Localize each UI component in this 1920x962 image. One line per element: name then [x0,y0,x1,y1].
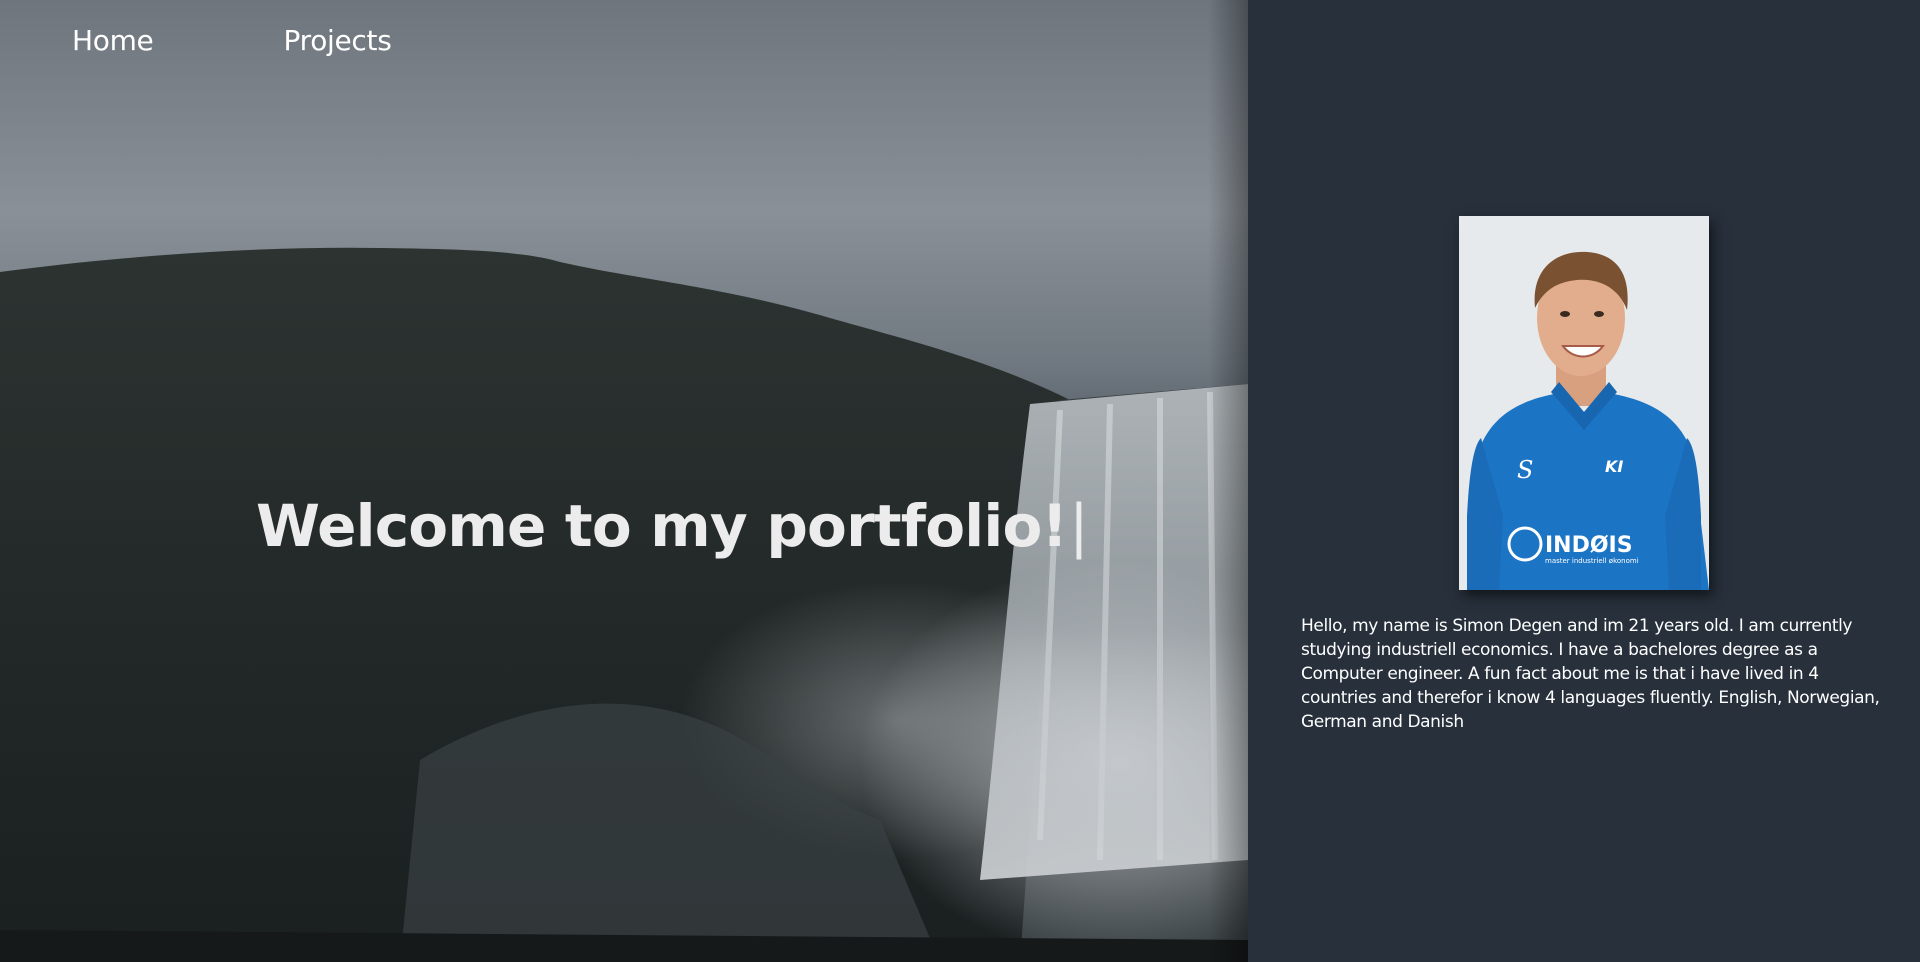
waterfall-background-image [0,247,1248,962]
profile-photo-illustration: INDØIS master industriell økonomi S KI [1459,216,1709,590]
about-panel: INDØIS master industriell økonomi S KI H… [1248,0,1920,962]
nav-home-link[interactable]: Home [72,24,154,57]
hero-section: Home Projects Welcome to my portfolio!| [0,0,1248,962]
bio-text: Hello, my name is Simon Degen and im 21 … [1301,616,1880,732]
nav-projects-link[interactable]: Projects [284,24,392,57]
top-nav: Home Projects [72,24,392,57]
typing-cursor: | [1069,492,1089,560]
svg-text:KI: KI [1605,457,1623,476]
svg-text:S: S [1517,456,1533,484]
hero-headline: Welcome to my portfolio!| [256,492,1089,560]
hero-edge-shadow [1208,0,1248,962]
shirt-logo-text: INDØIS [1545,533,1633,558]
hero-headline-text: Welcome to my portfolio! [256,492,1068,560]
shirt-logo-subtext: master industriell økonomi [1545,557,1639,565]
profile-photo: INDØIS master industriell økonomi S KI [1459,216,1709,590]
